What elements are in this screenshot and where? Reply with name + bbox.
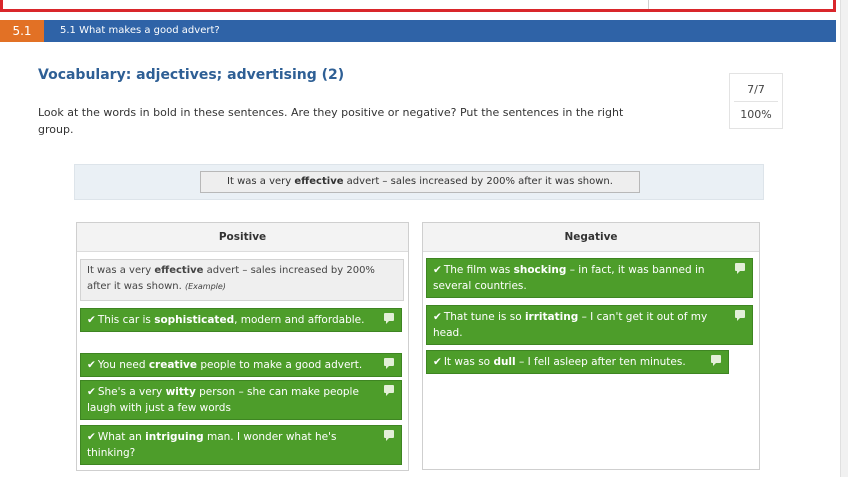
checkmark-icon: ✔ [433, 356, 442, 368]
top-frame [0, 0, 836, 12]
section-number: 5.1 [0, 20, 44, 42]
source-text: It was a very [227, 176, 295, 187]
score-count: 7/7 [747, 83, 765, 96]
card-bold-word: witty [165, 386, 196, 398]
score-percent: 100% [740, 108, 772, 121]
example-card: It was a very effective advert – sales i… [80, 259, 404, 301]
speech-bubble-icon[interactable] [384, 358, 394, 369]
source-text: advert – sales increased by 200% after i… [343, 176, 613, 187]
answer-card[interactable]: ✔ It was so dull – I fell asleep after te… [426, 350, 729, 374]
card-bold-word: creative [148, 359, 198, 371]
answer-card[interactable]: ✔ You need creative people to make a good… [80, 353, 402, 377]
positive-column[interactable]: Positive It was a very effective advert … [76, 222, 409, 471]
negative-column[interactable]: Negative ✔ The film was shocking – in fac… [422, 222, 760, 470]
instructions: Look at the words in bold in these sente… [38, 106, 624, 136]
checkmark-icon: ✔ [87, 386, 96, 398]
checkmark-icon: ✔ [87, 314, 96, 326]
card-bold-word: irritating [524, 311, 579, 323]
card-text: It was so [443, 356, 494, 368]
speech-bubble-icon[interactable] [711, 355, 721, 366]
source-area: It was a very effective advert – sales i… [74, 164, 764, 200]
speech-bubble-icon[interactable] [384, 385, 394, 396]
scrollbar[interactable] [840, 0, 848, 477]
card-text: The film was [443, 264, 514, 276]
positive-heading: Positive [77, 223, 408, 252]
exercise-heading: Vocabulary: adjectives; advertising (2) [38, 67, 345, 83]
card-text: She's a very [97, 386, 166, 398]
score-divider [734, 101, 778, 102]
example-text: It was a very [87, 265, 155, 276]
answer-card[interactable]: ✔ That tune is so irritating – I can't ge… [426, 305, 753, 345]
section-bar: 5.1 5.1 What makes a good advert? [0, 20, 836, 42]
checkmark-icon: ✔ [87, 431, 96, 443]
card-text: What an [97, 431, 146, 443]
example-bold-word: effective [154, 265, 204, 276]
speech-bubble-icon[interactable] [735, 263, 745, 274]
card-bold-word: intriguing [145, 431, 204, 443]
card-text: , modern and affordable. [234, 314, 365, 326]
card-bold-word: sophisticated [154, 314, 235, 326]
card-text: – I fell asleep after ten minutes. [515, 356, 686, 368]
source-card[interactable]: It was a very effective advert – sales i… [200, 171, 640, 193]
speech-bubble-icon[interactable] [384, 313, 394, 324]
checkmark-icon: ✔ [433, 311, 442, 323]
card-bold-word: shocking [513, 264, 567, 276]
source-bold-word: effective [294, 176, 344, 187]
score-box: 7/7 100% [729, 73, 783, 129]
answer-card[interactable]: ✔ What an intriguing man. I wonder what h… [80, 425, 402, 465]
card-bold-word: dull [493, 356, 516, 368]
checkmark-icon: ✔ [433, 264, 442, 276]
checkmark-icon: ✔ [87, 359, 96, 371]
frame-divider [648, 0, 649, 9]
card-text: You need [97, 359, 149, 371]
answer-card[interactable]: ✔ She's a very witty person – she can mak… [80, 380, 402, 420]
speech-bubble-icon[interactable] [384, 430, 394, 441]
section-title: 5.1 What makes a good advert? [60, 25, 220, 36]
example-tag: (Example) [184, 282, 226, 291]
speech-bubble-icon[interactable] [735, 310, 745, 321]
card-text: That tune is so [443, 311, 525, 323]
card-text: This car is [97, 314, 155, 326]
negative-heading: Negative [423, 223, 759, 252]
answer-card[interactable]: ✔ The film was shocking – in fact, it was… [426, 258, 753, 298]
card-text: people to make a good advert. [197, 359, 363, 371]
answer-card[interactable]: ✔ This car is sophisticated, modern and a… [80, 308, 402, 332]
